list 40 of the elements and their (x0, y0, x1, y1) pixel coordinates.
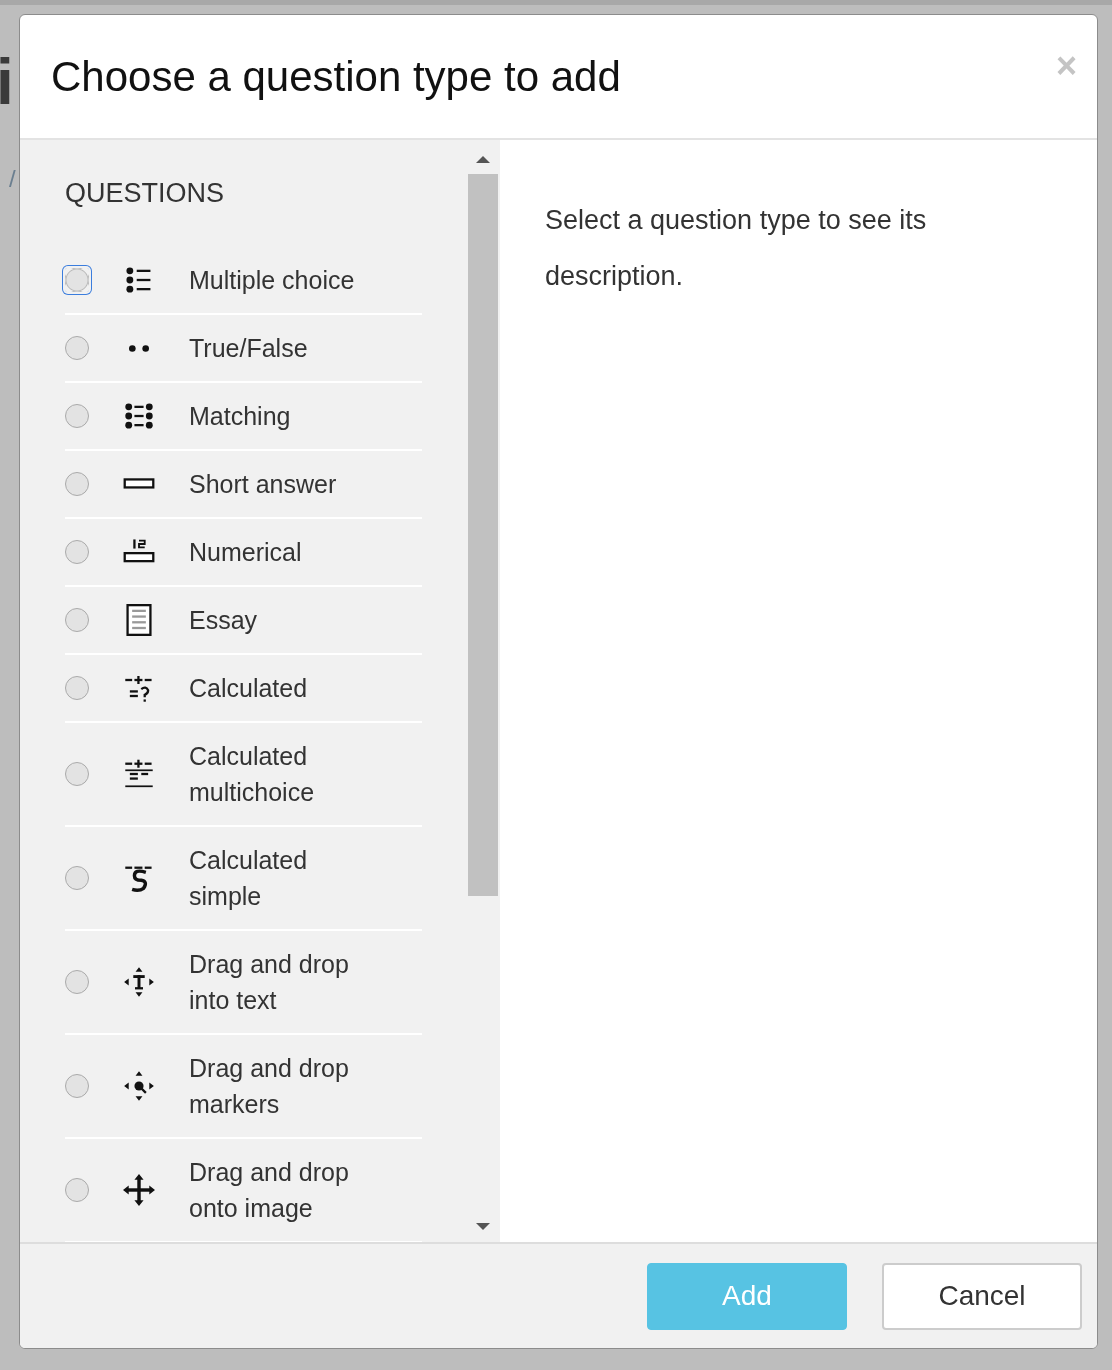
radio-button[interactable] (65, 866, 89, 890)
radio-button[interactable] (65, 608, 89, 632)
question-type-label[interactable]: True/False (189, 315, 359, 381)
section-heading: QUESTIONS (65, 178, 226, 210)
question-type-label[interactable]: Drag and drop into text (189, 931, 359, 1033)
question-type-label[interactable]: Matching (189, 383, 359, 449)
radio-button[interactable] (65, 472, 89, 496)
radio-button[interactable] (65, 268, 89, 292)
radio-button[interactable] (65, 404, 89, 428)
background-text: / (9, 165, 16, 193)
question-type-label[interactable]: Short answer (189, 451, 359, 517)
radio-button[interactable] (65, 970, 89, 994)
matching-icon (123, 400, 155, 432)
background-text: i (0, 45, 14, 119)
scroll-down-icon[interactable] (475, 1222, 491, 1232)
dialog-title: Choose a question type to add (51, 52, 621, 101)
move-cross-icon (123, 1174, 155, 1206)
move-letter-icon (123, 966, 155, 998)
equation-list-icon (123, 758, 155, 790)
scroll-up-icon[interactable] (475, 154, 491, 164)
radio-button[interactable] (65, 676, 89, 700)
description-text: Select a question type to see its description. (545, 204, 928, 293)
question-type-label[interactable]: Drag and drop markers (189, 1035, 359, 1137)
radio-button[interactable] (65, 1074, 89, 1098)
radio-button[interactable] (65, 1178, 89, 1202)
question-type-label[interactable]: Calculated (189, 655, 359, 721)
question-type-label[interactable]: Essay (189, 587, 359, 653)
question-type-label[interactable]: Drag and drop onto image (189, 1139, 359, 1241)
radio-button[interactable] (65, 540, 89, 564)
document-icon (123, 604, 155, 636)
question-type-label[interactable]: Numerical (189, 519, 359, 585)
radio-button[interactable] (65, 762, 89, 786)
question-type-label[interactable]: Calculated simple (189, 827, 359, 929)
question-type-label[interactable]: Multiple choice (189, 247, 359, 313)
scrollbar-thumb[interactable] (468, 174, 498, 896)
question-type-label[interactable]: Calculated multichoice (189, 723, 359, 825)
move-marker-icon (123, 1070, 155, 1102)
cancel-button[interactable]: Cancel (882, 1262, 1082, 1330)
radio-button[interactable] (65, 336, 89, 360)
two-dots-icon (129, 344, 149, 352)
